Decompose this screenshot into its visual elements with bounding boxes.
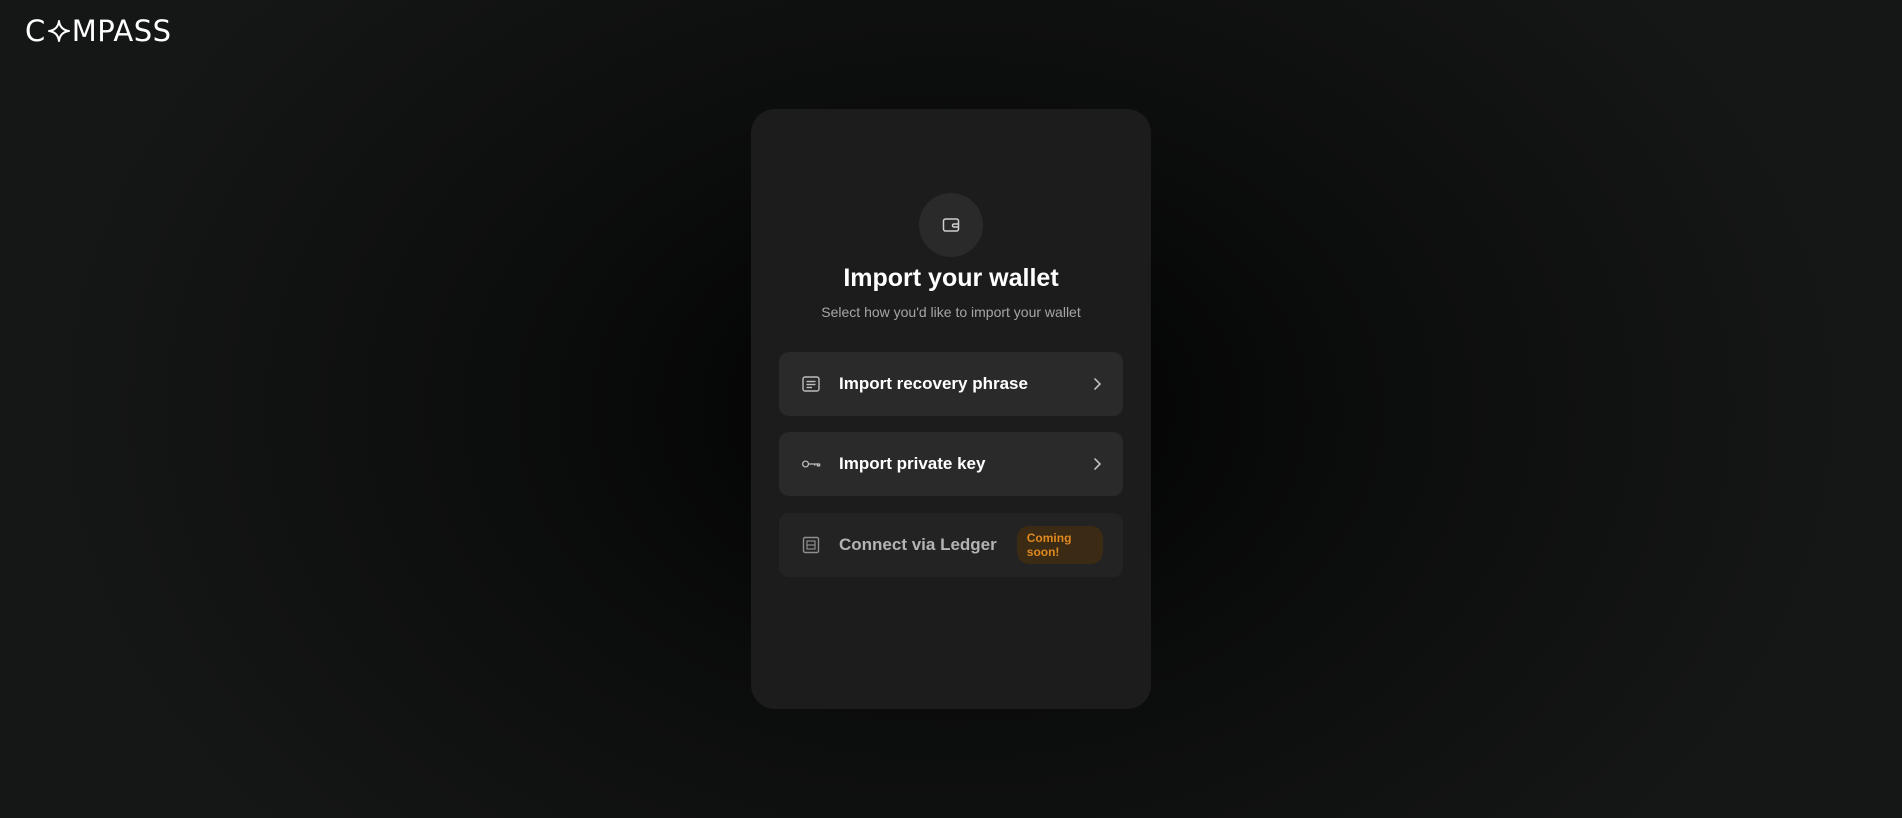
import-recovery-phrase-button[interactable]: Import recovery phrase [779,352,1123,416]
connect-ledger-button: Connect via Ledger Coming soon! [779,513,1123,577]
logo-prefix: C [25,14,46,48]
option-label: Import recovery phrase [839,374,1028,393]
wallet-badge [919,193,983,257]
compass-star-icon [47,20,70,42]
wallet-icon [942,218,960,232]
chevron-right-icon [1091,377,1103,391]
key-icon [801,454,821,474]
logo-suffix: MPASS [71,14,172,48]
compass-logo[interactable]: C MPASS [25,14,172,48]
import-wallet-card: Import your wallet Select how you'd like… [751,109,1151,709]
import-private-key-button[interactable]: Import private key [779,432,1123,496]
coming-soon-badge: Coming soon! [1016,526,1103,564]
page-subtitle: Select how you'd like to import your wal… [821,304,1081,320]
ledger-device-icon [801,535,821,555]
option-label: Import private key [839,454,986,473]
chevron-right-icon [1091,457,1103,471]
document-lines-icon [801,374,821,394]
page-title: Import your wallet [843,264,1059,292]
option-label: Connect via Ledger [839,535,997,554]
